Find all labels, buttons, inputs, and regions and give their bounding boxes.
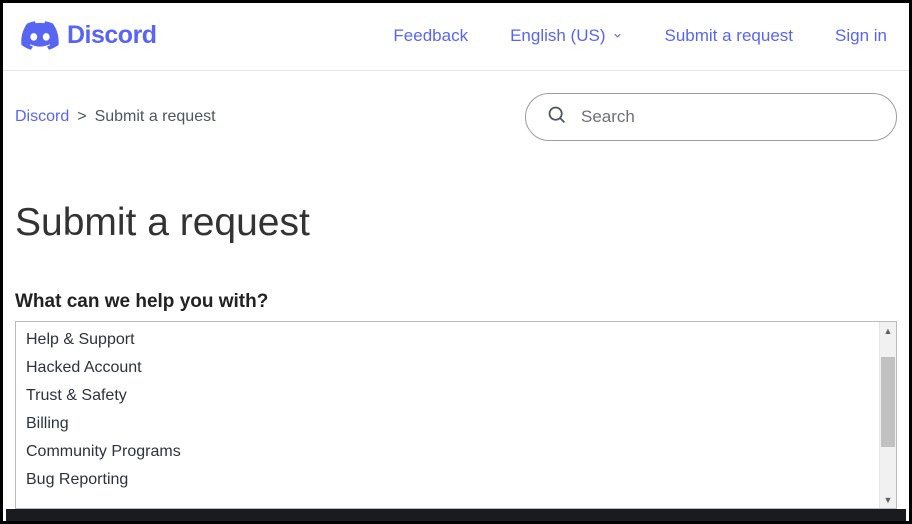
option-help-support[interactable]: Help & Support <box>16 326 879 354</box>
breadcrumb-root[interactable]: Discord <box>15 108 69 126</box>
scroll-up-icon[interactable]: ▲ <box>880 322 896 339</box>
subheader: Discord > Submit a request <box>3 71 909 151</box>
option-hacked-account[interactable]: Hacked Account <box>16 354 879 382</box>
breadcrumb-separator: > <box>77 108 86 126</box>
breadcrumb-current: Submit a request <box>95 108 216 126</box>
page-title: Submit a request <box>15 201 897 245</box>
search-icon <box>546 104 567 130</box>
search-box[interactable] <box>525 93 897 141</box>
options-list: Help & Support Hacked Account Trust & Sa… <box>16 322 879 508</box>
field-label: What can we help you with? <box>15 291 897 313</box>
nav-language-selector[interactable]: English (US) <box>510 26 622 46</box>
scroll-thumb[interactable] <box>881 357 895 447</box>
scroll-track[interactable] <box>880 339 896 491</box>
scroll-down-icon[interactable]: ▼ <box>880 491 896 508</box>
discord-logo-icon <box>21 21 59 50</box>
nav-sign-in[interactable]: Sign in <box>835 26 887 46</box>
top-nav: Feedback English (US) Submit a request S… <box>393 26 887 46</box>
main-content: Submit a request What can we help you wi… <box>3 151 909 509</box>
chevron-down-icon <box>612 26 623 46</box>
brand-name: Discord <box>67 21 157 50</box>
option-trust-safety[interactable]: Trust & Safety <box>16 382 879 410</box>
option-billing[interactable]: Billing <box>16 410 879 438</box>
nav-feedback[interactable]: Feedback <box>393 26 468 46</box>
option-community-programs[interactable]: Community Programs <box>16 438 879 466</box>
nav-language-label: English (US) <box>510 26 605 46</box>
search-input[interactable] <box>581 107 876 127</box>
option-bug-reporting[interactable]: Bug Reporting <box>16 466 879 494</box>
breadcrumb: Discord > Submit a request <box>15 108 216 126</box>
header: Discord Feedback English (US) Submit a r… <box>3 3 909 71</box>
help-topic-select[interactable]: Help & Support Hacked Account Trust & Sa… <box>15 321 897 509</box>
brand-logo[interactable]: Discord <box>21 21 157 50</box>
nav-submit-request[interactable]: Submit a request <box>665 26 794 46</box>
scrollbar[interactable]: ▲ ▼ <box>879 322 896 508</box>
